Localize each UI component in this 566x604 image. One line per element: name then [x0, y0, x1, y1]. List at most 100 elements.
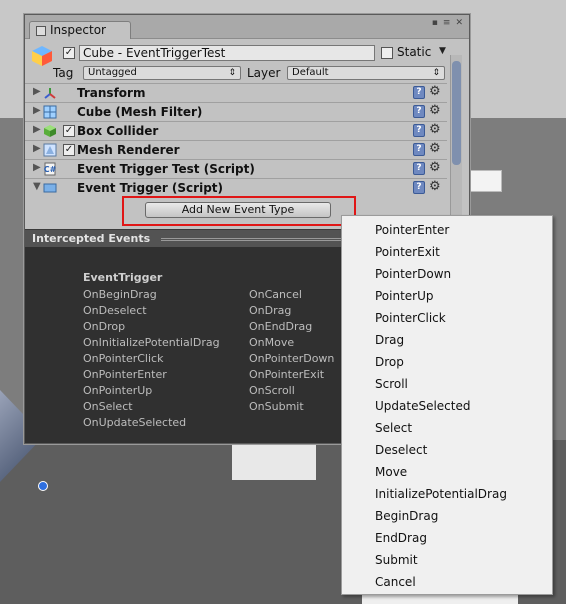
intercepted-events-title: Intercepted Events [32, 232, 151, 245]
menu-item-cancel[interactable]: Cancel [342, 571, 552, 593]
menu-item-update-selected[interactable]: UpdateSelected [342, 395, 552, 417]
gear-icon[interactable]: ⚙ [429, 179, 441, 194]
static-dropdown-arrow[interactable]: ▼ [439, 46, 446, 56]
menu-item-submit[interactable]: Submit [342, 549, 552, 571]
object-header: ✓ Cube - EventTriggerTest Static ▼ Tag U… [29, 41, 449, 83]
foldout-arrow-icon[interactable]: ▶ [33, 124, 41, 135]
event-column-1: OnBeginDrag OnDeselect OnDrop OnInitiali… [83, 287, 220, 431]
component-mesh-renderer[interactable]: ▶ ✓ Mesh Renderer ? ⚙ [25, 140, 447, 159]
foldout-arrow-icon[interactable]: ▶ [33, 162, 41, 173]
static-label: Static [397, 45, 432, 59]
chevron-down-icon: ⇕ [432, 68, 440, 78]
cube-icon [32, 46, 52, 66]
static-checkbox[interactable] [381, 47, 393, 59]
foldout-arrow-icon[interactable]: ▶ [33, 143, 41, 154]
mesh-filter-icon [43, 105, 57, 119]
gear-icon[interactable]: ⚙ [429, 122, 441, 137]
menu-item-drag[interactable]: Drag [342, 329, 552, 351]
chevron-down-icon: ⇕ [228, 68, 236, 78]
event-column-2: OnCancel OnDrag OnEndDrag OnMove OnPoint… [249, 287, 334, 415]
menu-item-drop[interactable]: Drop [342, 351, 552, 373]
component-box-collider[interactable]: ▶ ✓ Box Collider ? ⚙ [25, 121, 447, 140]
inspector-icon [36, 25, 46, 36]
active-checkbox[interactable]: ✓ [63, 47, 75, 59]
help-icon[interactable]: ? [413, 143, 425, 156]
tab-inspector[interactable]: Inspector [29, 21, 131, 39]
component-label: Mesh Renderer [77, 143, 180, 157]
foldout-arrow-icon[interactable]: ▶ [33, 105, 41, 116]
add-new-event-type-button[interactable]: Add New Event Type [145, 202, 331, 218]
mesh-renderer-icon [43, 143, 57, 157]
menu-item-pointer-click[interactable]: PointerClick [342, 307, 552, 329]
component-enabled-checkbox[interactable]: ✓ [63, 144, 75, 156]
component-label: Transform [77, 86, 146, 100]
menu-item-select[interactable]: Select [342, 417, 552, 439]
component-event-trigger[interactable]: ▼ Event Trigger (Script) ? ⚙ [25, 178, 447, 197]
event-name: OnInitializePotentialDrag [83, 336, 220, 349]
tab-label: Inspector [50, 23, 106, 37]
scrollbar-thumb[interactable] [452, 61, 461, 165]
scene-object [232, 440, 316, 480]
component-label: Event Trigger (Script) [77, 181, 224, 195]
layer-label: Layer [247, 66, 281, 80]
script-icon: C# [44, 162, 57, 176]
menu-item-pointer-up[interactable]: PointerUp [342, 285, 552, 307]
event-name: OnScroll [249, 384, 295, 397]
scene-handle[interactable] [38, 481, 48, 491]
event-name: OnEndDrag [249, 320, 313, 333]
foldout-arrow-icon[interactable]: ▶ [33, 86, 41, 97]
event-class-title: EventTrigger [83, 271, 163, 284]
menu-item-pointer-down[interactable]: PointerDown [342, 263, 552, 285]
event-name: OnMove [249, 336, 295, 349]
help-icon[interactable]: ? [413, 86, 425, 99]
menu-item-initialize-potential-drag[interactable]: InitializePotentialDrag [342, 483, 552, 505]
event-name: OnPointerExit [249, 368, 325, 381]
help-icon[interactable]: ? [413, 105, 425, 118]
gear-icon[interactable]: ⚙ [429, 160, 441, 175]
help-icon[interactable]: ? [413, 162, 425, 175]
transform-icon [44, 88, 56, 99]
event-name: OnSubmit [249, 400, 304, 413]
help-icon[interactable]: ? [413, 124, 425, 137]
event-name: OnPointerClick [83, 352, 164, 365]
tag-dropdown[interactable]: Untagged ⇕ [83, 66, 241, 80]
menu-item-pointer-enter[interactable]: PointerEnter [342, 219, 552, 241]
object-name-field[interactable]: Cube - EventTriggerTest [79, 45, 375, 61]
gear-icon[interactable]: ⚙ [429, 84, 441, 99]
tag-label: Tag [53, 66, 74, 80]
menu-item-end-drag[interactable]: EndDrag [342, 527, 552, 549]
event-name: OnDrag [249, 304, 292, 317]
event-name: OnPointerEnter [83, 368, 167, 381]
menu-item-pointer-exit[interactable]: PointerExit [342, 241, 552, 263]
event-name: OnUpdateSelected [83, 416, 187, 429]
gear-icon[interactable]: ⚙ [429, 141, 441, 156]
event-name: OnBeginDrag [83, 288, 157, 301]
menu-item-scroll[interactable]: Scroll [342, 373, 552, 395]
help-icon[interactable]: ? [413, 181, 425, 194]
close-icon[interactable]: ✕ [455, 18, 463, 28]
event-name: OnCancel [249, 288, 302, 301]
component-label: Cube (Mesh Filter) [77, 105, 203, 119]
menu-item-move[interactable]: Move [342, 461, 552, 483]
box-collider-icon [44, 125, 56, 137]
component-enabled-checkbox[interactable]: ✓ [63, 125, 75, 137]
menu-item-deselect[interactable]: Deselect [342, 439, 552, 461]
component-mesh-filter[interactable]: ▶ Cube (Mesh Filter) ? ⚙ [25, 102, 447, 121]
tag-value: Untagged [88, 67, 137, 78]
event-name: OnSelect [83, 400, 133, 413]
inspector-scrollbar[interactable] [450, 55, 462, 215]
foldout-arrow-expanded-icon[interactable]: ▼ [33, 181, 41, 192]
lock-icon[interactable]: ▪ [432, 18, 438, 28]
gear-icon[interactable]: ⚙ [429, 103, 441, 118]
component-label: Event Trigger Test (Script) [77, 162, 255, 176]
event-name: OnPointerUp [83, 384, 153, 397]
component-label: Box Collider [77, 124, 159, 138]
menu-icon[interactable]: ≡ [443, 18, 451, 28]
menu-item-begin-drag[interactable]: BeginDrag [342, 505, 552, 527]
layer-dropdown[interactable]: Default ⇕ [287, 66, 445, 80]
component-transform[interactable]: ▶ Transform ? ⚙ [25, 83, 447, 102]
script-icon [43, 183, 57, 193]
event-type-menu: PointerEnter PointerExit PointerDown Poi… [341, 215, 553, 595]
tab-bar: Inspector ▪ ≡ ✕ [25, 15, 469, 39]
component-event-trigger-test[interactable]: ▶ C# Event Trigger Test (Script) ? ⚙ [25, 159, 447, 178]
